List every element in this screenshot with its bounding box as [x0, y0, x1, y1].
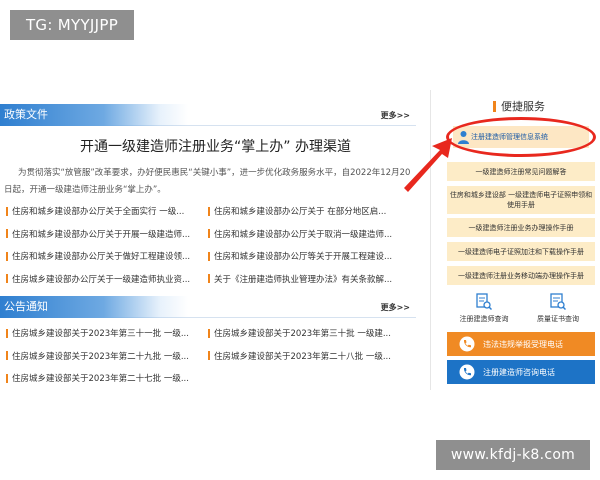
- list-item-text: 住房和城乡建设部办公厅关于 在部分地区启...: [214, 207, 387, 218]
- phone-icon: [459, 364, 475, 380]
- list-row: 住房城乡建设部关于2023年第三十一批 一级... 住房城乡建设部关于2023年…: [6, 322, 410, 345]
- tile-label: 注册建造师查询: [459, 314, 509, 323]
- list-item-text: 住房和城乡建设部办公厅关于做好工程建设领...: [12, 252, 191, 263]
- notice-section-title: 公告通知: [0, 296, 188, 318]
- service-button-e-cert-manual[interactable]: 住房和城乡建设部 一级建造师电子证照申领和使用手册: [447, 186, 595, 214]
- document-search-icon: [476, 292, 492, 310]
- list-row: 住房和城乡建设部办公厅关于开展一级建造师... 住房和城乡建设部办公厅关于取消一…: [6, 223, 410, 246]
- bullet-icon: [6, 251, 8, 261]
- tile-certificate-query[interactable]: 质量证书查询: [521, 288, 595, 328]
- list-item-text: 住房和城乡建设部办公厅关于全面实行 一级...: [12, 207, 185, 218]
- tile-builder-query[interactable]: 注册建造师查询: [447, 288, 521, 328]
- title-marker-icon: [493, 100, 496, 112]
- service-button-label: 住房和城乡建设部 一级建造师电子证照申领和使用手册: [449, 191, 593, 209]
- service-button-faq[interactable]: 一级建造师注册常见问题解答: [447, 162, 595, 181]
- watermark-bottom-right: www.kfdj-k8.com: [436, 440, 590, 470]
- list-row: 住房城乡建设部关于2023年第二十七批 一级...: [6, 367, 410, 390]
- bullet-icon: [6, 229, 8, 239]
- service-button-registration-manual[interactable]: 一级建造师注册业务办理操作手册: [447, 218, 595, 237]
- bullet-icon: [208, 328, 210, 338]
- service-button-cert-download-manual[interactable]: 一级建造师电子证照加注和下载操作手册: [447, 242, 595, 261]
- list-item-text: 住房和城乡建设部办公厅等关于开展工程建设...: [214, 252, 393, 263]
- bullet-icon: [6, 328, 8, 338]
- list-row: 住房城乡建设部办公厅关于一级建造师执业资... 关于《注册建造师执业管理办法》有…: [6, 268, 410, 291]
- list-item-text: 关于《注册建造师执业管理办法》有关条款解...: [214, 274, 393, 285]
- list-item[interactable]: 住房和城乡建设部办公厅关于取消一级建造师...: [208, 228, 410, 240]
- bullet-icon: [208, 251, 210, 261]
- highlight-circle: [446, 117, 596, 157]
- list-item[interactable]: 住房城乡建设部关于2023年第二十九批 一级...: [6, 350, 208, 362]
- list-item[interactable]: 住房和城乡建设部办公厅关于开展一级建造师...: [6, 228, 208, 240]
- list-item[interactable]: 住房城乡建设部关于2023年第三十批 一级建...: [208, 327, 410, 339]
- list-item-text: 住房和城乡建设部办公厅关于开展一级建造师...: [12, 229, 191, 240]
- services-panel: 便捷服务 注册建造师管理信息系统 一级建造师注册常见问题解答 住房和城乡建设部 …: [430, 90, 600, 390]
- service-button-label: 一级建造师注册业务移动端办理操作手册: [458, 271, 584, 280]
- list-row: 住房城乡建设部关于2023年第二十九批 一级... 住房城乡建设部关于2023年…: [6, 345, 410, 368]
- list-item[interactable]: 住房和城乡建设部办公厅等关于开展工程建设...: [208, 250, 410, 262]
- report-hotline-bar[interactable]: 违法违规举报受理电话: [447, 332, 595, 356]
- service-button-label: 一级建造师注册业务办理操作手册: [468, 223, 574, 232]
- bullet-icon: [6, 274, 8, 284]
- list-item[interactable]: 住房城乡建设部关于2023年第三十一批 一级...: [6, 327, 208, 339]
- notice-more-link[interactable]: 更多>>: [381, 302, 410, 313]
- list-item-text: 住房城乡建设部关于2023年第三十一批 一级...: [12, 329, 189, 340]
- list-row: 住房和城乡建设部办公厅关于做好工程建设领... 住房和城乡建设部办公厅等关于开展…: [6, 245, 410, 268]
- list-item[interactable]: 关于《注册建造师执业管理办法》有关条款解...: [208, 273, 410, 285]
- list-item[interactable]: 住房城乡建设部办公厅关于一级建造师执业资...: [6, 273, 208, 285]
- bullet-icon: [208, 206, 210, 216]
- bullet-icon: [6, 373, 8, 383]
- service-button-label: 一级建造师注册常见问题解答: [475, 167, 567, 176]
- bullet-icon: [208, 274, 210, 284]
- services-title: 便捷服务: [493, 98, 545, 114]
- list-item[interactable]: 住房城乡建设部关于2023年第二十七批 一级...: [6, 372, 209, 384]
- bullet-icon: [6, 351, 8, 361]
- policy-list: 住房和城乡建设部办公厅关于全面实行 一级... 住房和城乡建设部办公厅关于 在部…: [6, 200, 410, 290]
- watermark-top-left: TG: MYYJJPP: [10, 10, 134, 40]
- service-button-label: 一级建造师电子证照加注和下载操作手册: [458, 247, 584, 256]
- query-tiles: 注册建造师查询 质量证书查询: [447, 288, 595, 328]
- bullet-icon: [208, 351, 210, 361]
- list-item-text: 住房城乡建设部关于2023年第二十八批 一级...: [214, 351, 391, 362]
- list-item[interactable]: 住房和城乡建设部办公厅关于做好工程建设领...: [6, 250, 208, 262]
- notice-section-header: 公告通知 更多>>: [0, 296, 416, 318]
- list-item[interactable]: 住房和城乡建设部办公厅关于全面实行 一级...: [6, 205, 208, 217]
- policy-section-title: 政策文件: [0, 104, 188, 126]
- policy-summary: 为贯彻落实“放管服”改革要求，办好便民惠民“关键小事”，进一步优化政务服务水平，…: [4, 168, 411, 195]
- bullet-icon: [6, 206, 8, 216]
- list-item[interactable]: 住房城乡建设部关于2023年第二十八批 一级...: [208, 350, 410, 362]
- policy-more-link[interactable]: 更多>>: [381, 110, 410, 121]
- list-item-text: 住房城乡建设部办公厅关于一级建造师执业资...: [12, 274, 191, 285]
- main-content: 政策文件 更多>> 开通一级建造师注册业务“掌上办” 办理渠道 为贯彻落实“放管…: [0, 104, 416, 384]
- list-item-text: 住房城乡建设部关于2023年第二十九批 一级...: [12, 351, 189, 362]
- list-row: 住房和城乡建设部办公厅关于全面实行 一级... 住房和城乡建设部办公厅关于 在部…: [6, 200, 410, 223]
- service-button-mobile-manual[interactable]: 一级建造师注册业务移动端办理操作手册: [447, 266, 595, 285]
- notice-list: 住房城乡建设部关于2023年第三十一批 一级... 住房城乡建设部关于2023年…: [6, 322, 410, 390]
- list-item-text: 住房城乡建设部关于2023年第三十批 一级建...: [214, 329, 391, 340]
- certificate-search-icon: [550, 292, 566, 310]
- bullet-icon: [208, 229, 210, 239]
- policy-section-header: 政策文件 更多>>: [0, 104, 416, 126]
- list-item-text: 住房和城乡建设部办公厅关于取消一级建造师...: [214, 229, 393, 240]
- list-item[interactable]: 住房和城乡建设部办公厅关于 在部分地区启...: [208, 205, 410, 217]
- phone-icon: [459, 336, 475, 352]
- report-hotline-label: 违法违规举报受理电话: [483, 339, 563, 349]
- consult-hotline-label: 注册建造师咨询电话: [483, 367, 555, 377]
- list-item-text: 住房城乡建设部关于2023年第二十七批 一级...: [12, 374, 189, 385]
- tile-label: 质量证书查询: [537, 314, 579, 323]
- policy-headline[interactable]: 开通一级建造师注册业务“掌上办” 办理渠道: [80, 136, 380, 156]
- services-title-text: 便捷服务: [501, 100, 545, 113]
- consult-hotline-bar[interactable]: 注册建造师咨询电话: [447, 360, 595, 384]
